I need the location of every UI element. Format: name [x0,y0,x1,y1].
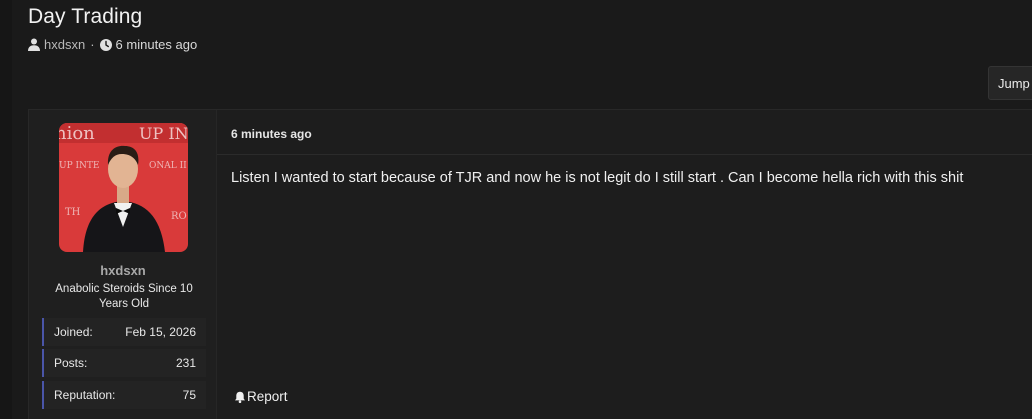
jump-button[interactable]: Jump [988,66,1032,100]
user-title: Anabolic Steroids Since 10 Years Old [55,283,193,310]
thread-author-link[interactable]: hxdsxn [44,37,85,52]
post-body: Listen I wanted to start because of TJR … [231,170,964,186]
stat-label: Posts: [54,356,88,370]
bell-icon [234,391,246,403]
stat-posts: Posts: 231 [42,349,206,377]
svg-text:RO: RO [171,211,187,222]
post-username[interactable]: hxdsxn [29,263,217,278]
left-edge [0,0,12,419]
clock-icon [99,38,112,51]
stat-value: 75 [182,388,196,402]
page-title: Day Trading [28,5,143,28]
svg-text:TH: TH [65,207,81,218]
post-timestamp[interactable]: 6 minutes ago [231,127,312,141]
stat-value: Feb 15, 2026 [125,325,196,339]
svg-text:UP IN: UP IN [139,124,188,143]
stat-reputation: Reputation: 75 [42,381,206,409]
svg-text:hion: hion [59,123,95,144]
svg-text:ONAL II: ONAL II [149,161,187,171]
post-user-panel: hion UP IN UP INTE ONAL II TH RO hxdsxn … [29,110,217,419]
thread-timestamp: 6 minutes ago [115,37,198,52]
report-link[interactable]: Report [234,389,288,404]
thread-meta: hxdsxn · 6 minutes ago [28,37,197,52]
stat-value: 231 [175,356,196,370]
stat-label: Reputation: [54,388,116,402]
user-icon [28,38,40,51]
meta-separator: · [90,37,95,52]
post: hion UP IN UP INTE ONAL II TH RO hxdsxn … [28,109,1032,419]
stat-joined: Joined: Feb 15, 2026 [42,318,206,346]
svg-text:UP INTE: UP INTE [59,161,100,171]
stat-label: Joined: [54,325,93,339]
post-divider [217,154,1032,155]
thread-page: Day Trading hxdsxn · 6 minutes ago Jump [0,0,1032,419]
avatar[interactable]: hion UP IN UP INTE ONAL II TH RO [59,123,188,252]
report-label: Report [247,389,288,404]
